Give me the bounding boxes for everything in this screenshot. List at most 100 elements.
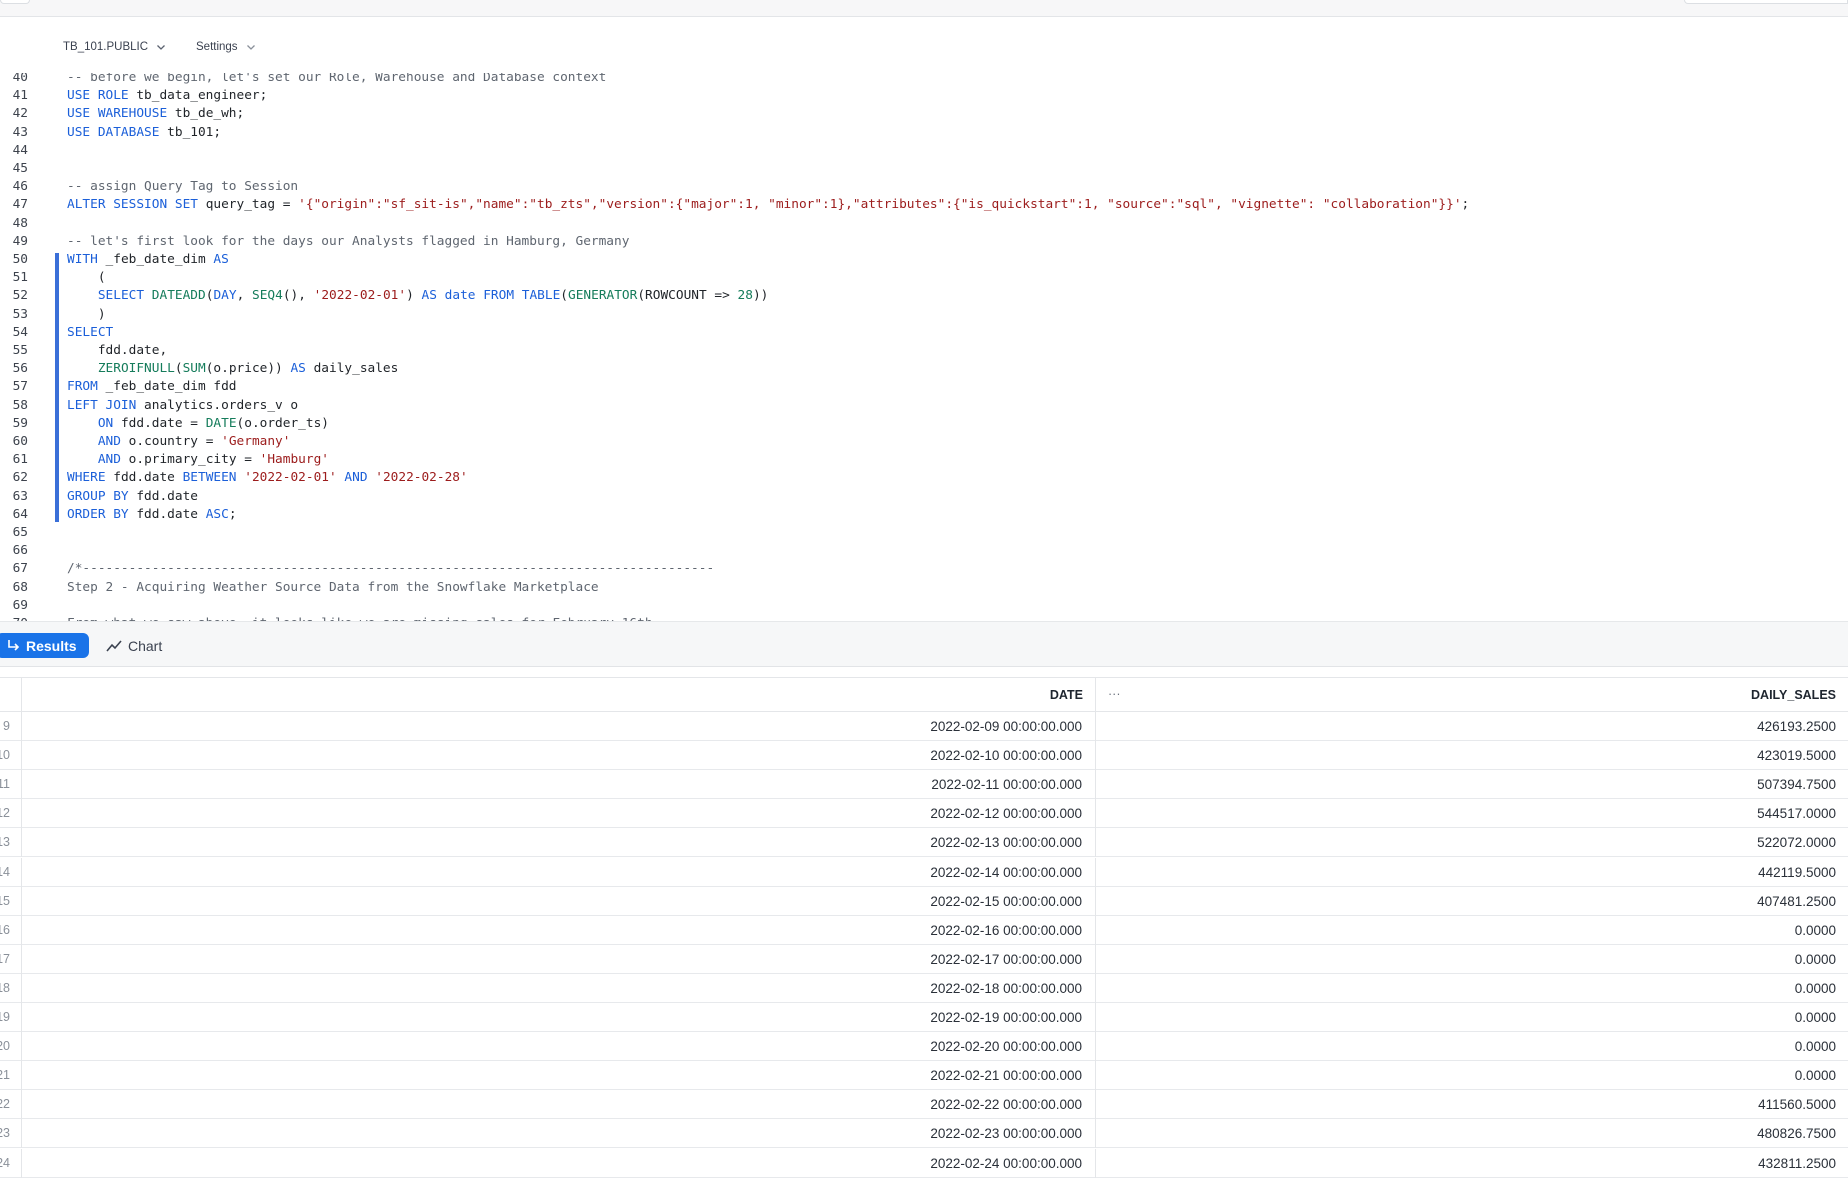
code-text: ALTER SESSION SET query_tag = '{"origin"… <box>67 196 1469 214</box>
date-cell[interactable]: 2022-02-21 00:00:00.000 <box>22 1061 1096 1091</box>
code-line[interactable]: 64 ORDER BY fdd.date ASC; <box>0 506 1848 524</box>
code-line[interactable]: 51 ( <box>0 269 1848 287</box>
daily-sales-cell[interactable]: 522072.0000 <box>1757 828 1836 857</box>
daily-sales-cell[interactable]: 426193.2500 <box>1757 712 1836 741</box>
table-row[interactable]: 172022-02-17 00:00:00.000 0.0000 <box>0 944 1848 974</box>
date-cell[interactable]: 2022-02-09 00:00:00.000 <box>22 712 1096 741</box>
code-line[interactable]: 59 ON fdd.date = DATE(o.order_ts) <box>0 415 1848 433</box>
table-row[interactable]: 122022-02-12 00:00:00.000 544517.0000 <box>0 799 1848 829</box>
table-row[interactable]: 132022-02-13 00:00:00.000 522072.0000 <box>0 828 1848 858</box>
row-number: 15 <box>0 886 22 916</box>
code-line[interactable]: 58 LEFT JOIN analytics.orders_v o <box>0 397 1848 415</box>
table-row[interactable]: 142022-02-14 00:00:00.000 442119.5000 <box>0 857 1848 887</box>
line-number: 43 <box>12 124 28 140</box>
date-cell[interactable]: 2022-02-24 00:00:00.000 <box>22 1148 1096 1178</box>
code-line[interactable]: 68 Step 2 - Acquiring Weather Source Data… <box>0 579 1848 597</box>
date-cell[interactable]: 2022-02-23 00:00:00.000 <box>22 1119 1096 1149</box>
line-number: 54 <box>12 324 28 340</box>
table-row[interactable]: 202022-02-20 00:00:00.000 0.0000 <box>0 1032 1848 1062</box>
settings-label: Settings <box>196 41 238 53</box>
results-tab-button[interactable]: Results <box>0 633 89 658</box>
table-row[interactable]: 102022-02-10 00:00:00.000 423019.5000 <box>0 741 1848 771</box>
code-line[interactable]: 42 USE WAREHOUSE tb_de_wh; <box>0 105 1848 123</box>
daily-sales-cell[interactable]: 0.0000 <box>1795 1061 1836 1090</box>
sql-editor[interactable]: 40 -- before we begin, let's set our Role… <box>0 73 1848 621</box>
date-cell[interactable]: 2022-02-18 00:00:00.000 <box>22 973 1096 1003</box>
table-row[interactable]: 232022-02-23 00:00:00.000 480826.7500 <box>0 1119 1848 1149</box>
code-line[interactable]: 41 USE ROLE tb_data_engineer; <box>0 87 1848 105</box>
code-line[interactable]: 46 -- assign Query Tag to Session <box>0 178 1848 196</box>
settings-dropdown[interactable]: Settings <box>196 37 256 57</box>
daily-sales-cell[interactable]: 0.0000 <box>1795 1032 1836 1061</box>
line-number: 42 <box>12 106 28 122</box>
daily-sales-cell[interactable]: 442119.5000 <box>1758 858 1836 887</box>
code-line[interactable]: 61 AND o.primary_city = 'Hamburg' <box>0 451 1848 469</box>
code-line[interactable]: 53 ) <box>0 306 1848 324</box>
table-row[interactable]: 212022-02-21 00:00:00.000 0.0000 <box>0 1061 1848 1091</box>
results-arrow-icon <box>8 639 20 651</box>
code-line[interactable]: 69 <box>0 597 1848 615</box>
database-schema-selector[interactable]: TB_101.PUBLIC <box>63 37 166 57</box>
date-cell[interactable]: 2022-02-12 00:00:00.000 <box>22 799 1096 829</box>
chevron-down-icon <box>246 45 255 50</box>
code-line[interactable]: 63 GROUP BY fdd.date <box>0 488 1848 506</box>
code-line[interactable]: 56 ZEROIFNULL(SUM(o.price)) AS daily_sal… <box>0 360 1848 378</box>
table-row[interactable]: 242022-02-24 00:00:00.000 432811.2500 <box>0 1148 1848 1178</box>
date-cell[interactable]: 2022-02-17 00:00:00.000 <box>22 944 1096 974</box>
code-line[interactable]: 49 -- let's first look for the days our A… <box>0 233 1848 251</box>
code-line[interactable]: 57 FROM _feb_date_dim fdd <box>0 378 1848 396</box>
table-row[interactable]: 182022-02-18 00:00:00.000 0.0000 <box>0 973 1848 1003</box>
top-right-control[interactable] <box>1684 0 1848 4</box>
code-line[interactable]: 45 <box>0 160 1848 178</box>
table-row[interactable]: 162022-02-16 00:00:00.000 0.0000 <box>0 915 1848 945</box>
date-cell[interactable]: 2022-02-19 00:00:00.000 <box>22 1003 1096 1032</box>
date-cell[interactable]: 2022-02-10 00:00:00.000 <box>22 741 1096 771</box>
table-row[interactable]: 152022-02-15 00:00:00.000 407481.2500 <box>0 886 1848 916</box>
code-line[interactable]: 50 WITH _feb_date_dim AS <box>0 251 1848 269</box>
date-cell[interactable]: 2022-02-14 00:00:00.000 <box>22 857 1096 887</box>
table-row[interactable]: 222022-02-22 00:00:00.000 411560.5000 <box>0 1090 1848 1120</box>
daily-sales-cell[interactable]: 507394.7500 <box>1757 770 1836 799</box>
date-cell[interactable]: 2022-02-15 00:00:00.000 <box>22 886 1096 916</box>
column-header-date[interactable]: DATE <box>22 678 1096 712</box>
code-line[interactable]: 55 fdd.date, <box>0 342 1848 360</box>
row-number: 17 <box>0 944 22 974</box>
code-line[interactable]: 62 WHERE fdd.date BETWEEN '2022-02-01' AN… <box>0 469 1848 487</box>
daily-sales-cell[interactable]: 407481.2500 <box>1757 887 1836 916</box>
date-cell[interactable]: 2022-02-16 00:00:00.000 <box>22 915 1096 945</box>
date-cell[interactable]: 2022-02-22 00:00:00.000 <box>22 1090 1096 1120</box>
line-number: 52 <box>12 288 28 304</box>
daily-sales-cell[interactable]: 411560.5000 <box>1758 1090 1836 1119</box>
code-line[interactable]: 67 /*------------------------------------… <box>0 560 1848 578</box>
daily-sales-cell[interactable]: 480826.7500 <box>1757 1119 1836 1148</box>
daily-sales-cell[interactable]: 544517.0000 <box>1757 799 1836 828</box>
date-cell[interactable]: 2022-02-20 00:00:00.000 <box>22 1032 1096 1062</box>
table-row[interactable]: 112022-02-11 00:00:00.000 507394.7500 <box>0 770 1848 800</box>
daily-sales-cell[interactable]: 0.0000 <box>1795 916 1836 945</box>
code-line[interactable]: 40 -- before we begin, let's set our Role… <box>0 73 1848 87</box>
table-row[interactable]: 192022-02-19 00:00:00.000 0.0000 <box>0 1003 1848 1032</box>
daily-sales-cell[interactable]: 423019.5000 <box>1757 741 1836 770</box>
code-line[interactable]: 52 SELECT DATEADD (DAY, SEQ4(), '2022-02-… <box>0 287 1848 305</box>
column-header-daily-sales[interactable]: DAILY_SALES <box>1751 678 1836 712</box>
daily-sales-cell[interactable]: 0.0000 <box>1795 974 1836 1003</box>
code-line[interactable]: 44 <box>0 142 1848 160</box>
daily-sales-cell[interactable]: 0.0000 <box>1795 945 1836 974</box>
code-line[interactable]: 66 <box>0 542 1848 560</box>
code-token: AND <box>97 434 121 449</box>
daily-sales-cell[interactable]: 0.0000 <box>1795 1003 1836 1032</box>
code-line[interactable]: 43 USE DATABASE tb_101; <box>0 124 1848 142</box>
date-cell[interactable]: 2022-02-11 00:00:00.000 <box>22 770 1096 800</box>
code-line[interactable]: 47 ALTER SESSION SET query_tag = '{"origi… <box>0 196 1848 214</box>
code-line[interactable]: 60 AND o.country = 'Germany' <box>0 433 1848 451</box>
row-number: 20 <box>0 1032 22 1062</box>
daily-sales-cell[interactable]: 432811.2500 <box>1758 1149 1836 1178</box>
top-left-tab[interactable] <box>0 0 30 4</box>
date-cell[interactable]: 2022-02-13 00:00:00.000 <box>22 828 1096 858</box>
column-menu-icon[interactable]: ··· <box>1108 678 1121 712</box>
code-line[interactable]: 48 <box>0 215 1848 233</box>
code-line[interactable]: 54 SELECT <box>0 324 1848 342</box>
table-row[interactable]: 9 2022-02-09 00:00:00.000 426193.2500 <box>0 712 1848 741</box>
code-line[interactable]: 65 <box>0 524 1848 542</box>
chart-tab-button[interactable]: Chart <box>106 633 162 658</box>
